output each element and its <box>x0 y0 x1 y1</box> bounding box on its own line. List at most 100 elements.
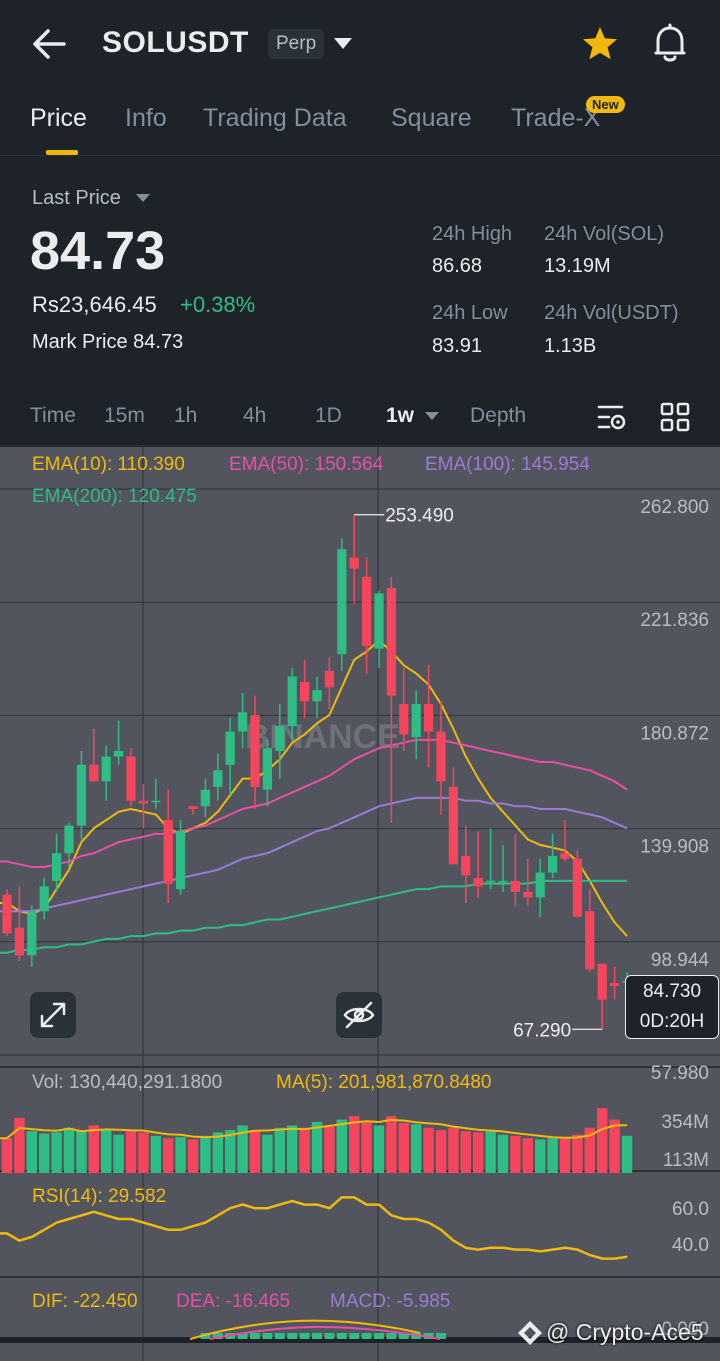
candle-body <box>560 853 570 859</box>
interval-4h[interactable]: 4h <box>243 404 266 428</box>
macd-histogram-bar <box>336 1333 347 1339</box>
candle-body <box>572 858 582 917</box>
chart-area[interactable]: BINANCE 262.800 221.836 180.872 139.908 98.9… <box>0 447 720 1361</box>
candle-body <box>200 789 210 807</box>
candles <box>2 514 633 1030</box>
fiat-price: Rs23,646.45 <box>32 292 157 317</box>
candle-body <box>411 703 421 738</box>
volume-bar <box>535 1139 546 1173</box>
favorite-star-icon[interactable] <box>580 24 620 64</box>
ema10-label: EMA(10): 110.390 <box>32 454 185 475</box>
volume-bar <box>361 1121 372 1173</box>
volume-bar <box>175 1137 186 1173</box>
low-24h-value: 83.91 <box>432 335 483 357</box>
macd-histogram-bar <box>312 1333 322 1339</box>
low-marker-label: 67.290 <box>513 1020 571 1041</box>
dea-label: DEA: -16.465 <box>176 1291 291 1312</box>
volume-bar <box>559 1137 571 1173</box>
candle-body <box>2 894 12 934</box>
volume-bar <box>76 1131 87 1173</box>
volume-bar <box>262 1134 273 1173</box>
interval-depth[interactable]: Depth <box>470 404 526 428</box>
volume-bar <box>423 1127 434 1173</box>
volume-axis-tick: 354M <box>661 1112 709 1133</box>
candle-body <box>39 886 49 912</box>
chart-settings-icon[interactable] <box>596 402 628 432</box>
last-price-label[interactable]: Last Price <box>32 187 121 210</box>
price-axis-tick: 98.944 <box>651 950 710 971</box>
volume-bar <box>324 1126 335 1173</box>
volume-bar <box>398 1123 409 1173</box>
ema-series-line <box>0 796 628 913</box>
candle-body <box>436 731 446 782</box>
interval-1w[interactable]: 1w <box>386 404 414 428</box>
chevron-down-icon[interactable] <box>136 194 150 202</box>
volume-bar <box>187 1139 199 1173</box>
candle-body <box>399 703 409 735</box>
current-price-tag[interactable]: 84.730 0D:20H <box>625 975 719 1039</box>
vol-sol-24h-label: 24h Vol(SOL) <box>544 223 665 245</box>
candle-body <box>510 880 520 892</box>
chevron-down-icon[interactable] <box>334 38 352 49</box>
low-24h-label: 24h Low <box>432 302 508 324</box>
candle-body <box>250 715 260 787</box>
candle-body <box>486 880 496 883</box>
volume-bar <box>125 1130 137 1173</box>
volume-bar <box>522 1138 533 1173</box>
back-arrow-icon[interactable] <box>28 24 72 64</box>
hide-indicators-button[interactable] <box>336 992 382 1038</box>
candle-body <box>448 786 458 865</box>
interval-1d[interactable]: 1D <box>315 404 342 428</box>
interval-time[interactable]: Time <box>30 404 76 428</box>
high-marker-label: 253.490 <box>385 506 454 527</box>
rsi-label: RSI(14): 29.582 <box>32 1186 167 1207</box>
tab-trading-data[interactable]: Trading Data <box>203 104 347 133</box>
dif-label: DIF: -22.450 <box>32 1291 138 1312</box>
layout-grid-icon[interactable] <box>660 402 690 432</box>
candle-body <box>585 911 595 970</box>
macd-histogram-bar <box>274 1333 285 1339</box>
price-change-percent: +0.38% <box>180 292 256 317</box>
chevron-down-icon[interactable] <box>425 412 439 420</box>
fullscreen-button[interactable] <box>30 992 76 1038</box>
bell-icon[interactable] <box>650 22 690 64</box>
macd-label: MACD: -5.985 <box>330 1291 451 1312</box>
candle-body <box>114 750 124 757</box>
candle-body <box>610 983 620 986</box>
volume-bar <box>473 1132 484 1173</box>
vol-usdt-24h-label: 24h Vol(USDT) <box>544 302 679 324</box>
candle-body <box>498 880 508 883</box>
volume-bar <box>311 1121 323 1173</box>
candle-body <box>163 820 173 884</box>
candle-body <box>473 878 483 887</box>
macd-histogram-bar <box>361 1333 372 1339</box>
candle-body <box>535 872 545 898</box>
candle-body <box>213 770 223 787</box>
mark-price-value: 84.73 <box>133 331 184 353</box>
volume-bar <box>460 1131 471 1173</box>
volume-bar <box>274 1127 285 1173</box>
symbol-title[interactable]: SOLUSDT <box>102 26 249 60</box>
interval-1h[interactable]: 1h <box>174 404 197 428</box>
candle-body <box>52 853 62 881</box>
volume-bar <box>212 1132 223 1173</box>
tab-info[interactable]: Info <box>125 104 167 133</box>
mark-price-label: Mark Price <box>32 331 128 353</box>
new-badge: New <box>586 96 625 113</box>
interval-15m[interactable]: 15m <box>104 404 145 428</box>
active-tab-indicator <box>46 150 78 155</box>
volume-bar <box>14 1117 25 1173</box>
volume-ma-label: MA(5): 201,981,870.8480 <box>276 1072 492 1093</box>
volume-bar <box>497 1134 509 1173</box>
candlestick-chart[interactable]: BINANCE 262.800221.836180.872139.90898.9… <box>0 447 720 1361</box>
volume-bar <box>411 1124 422 1173</box>
tab-price[interactable]: Price <box>30 104 87 133</box>
volume-bar <box>510 1135 521 1173</box>
volume-bar <box>163 1138 174 1173</box>
ema50-label: EMA(50): 150.564 <box>229 454 384 475</box>
volume-bars: 354M 113M <box>0 1108 709 1173</box>
watermark-text: @ Crypto-Ace5 <box>514 1319 704 1346</box>
macd-histogram-bar <box>250 1333 260 1339</box>
volume-bar <box>249 1130 261 1173</box>
tab-square[interactable]: Square <box>391 104 472 133</box>
